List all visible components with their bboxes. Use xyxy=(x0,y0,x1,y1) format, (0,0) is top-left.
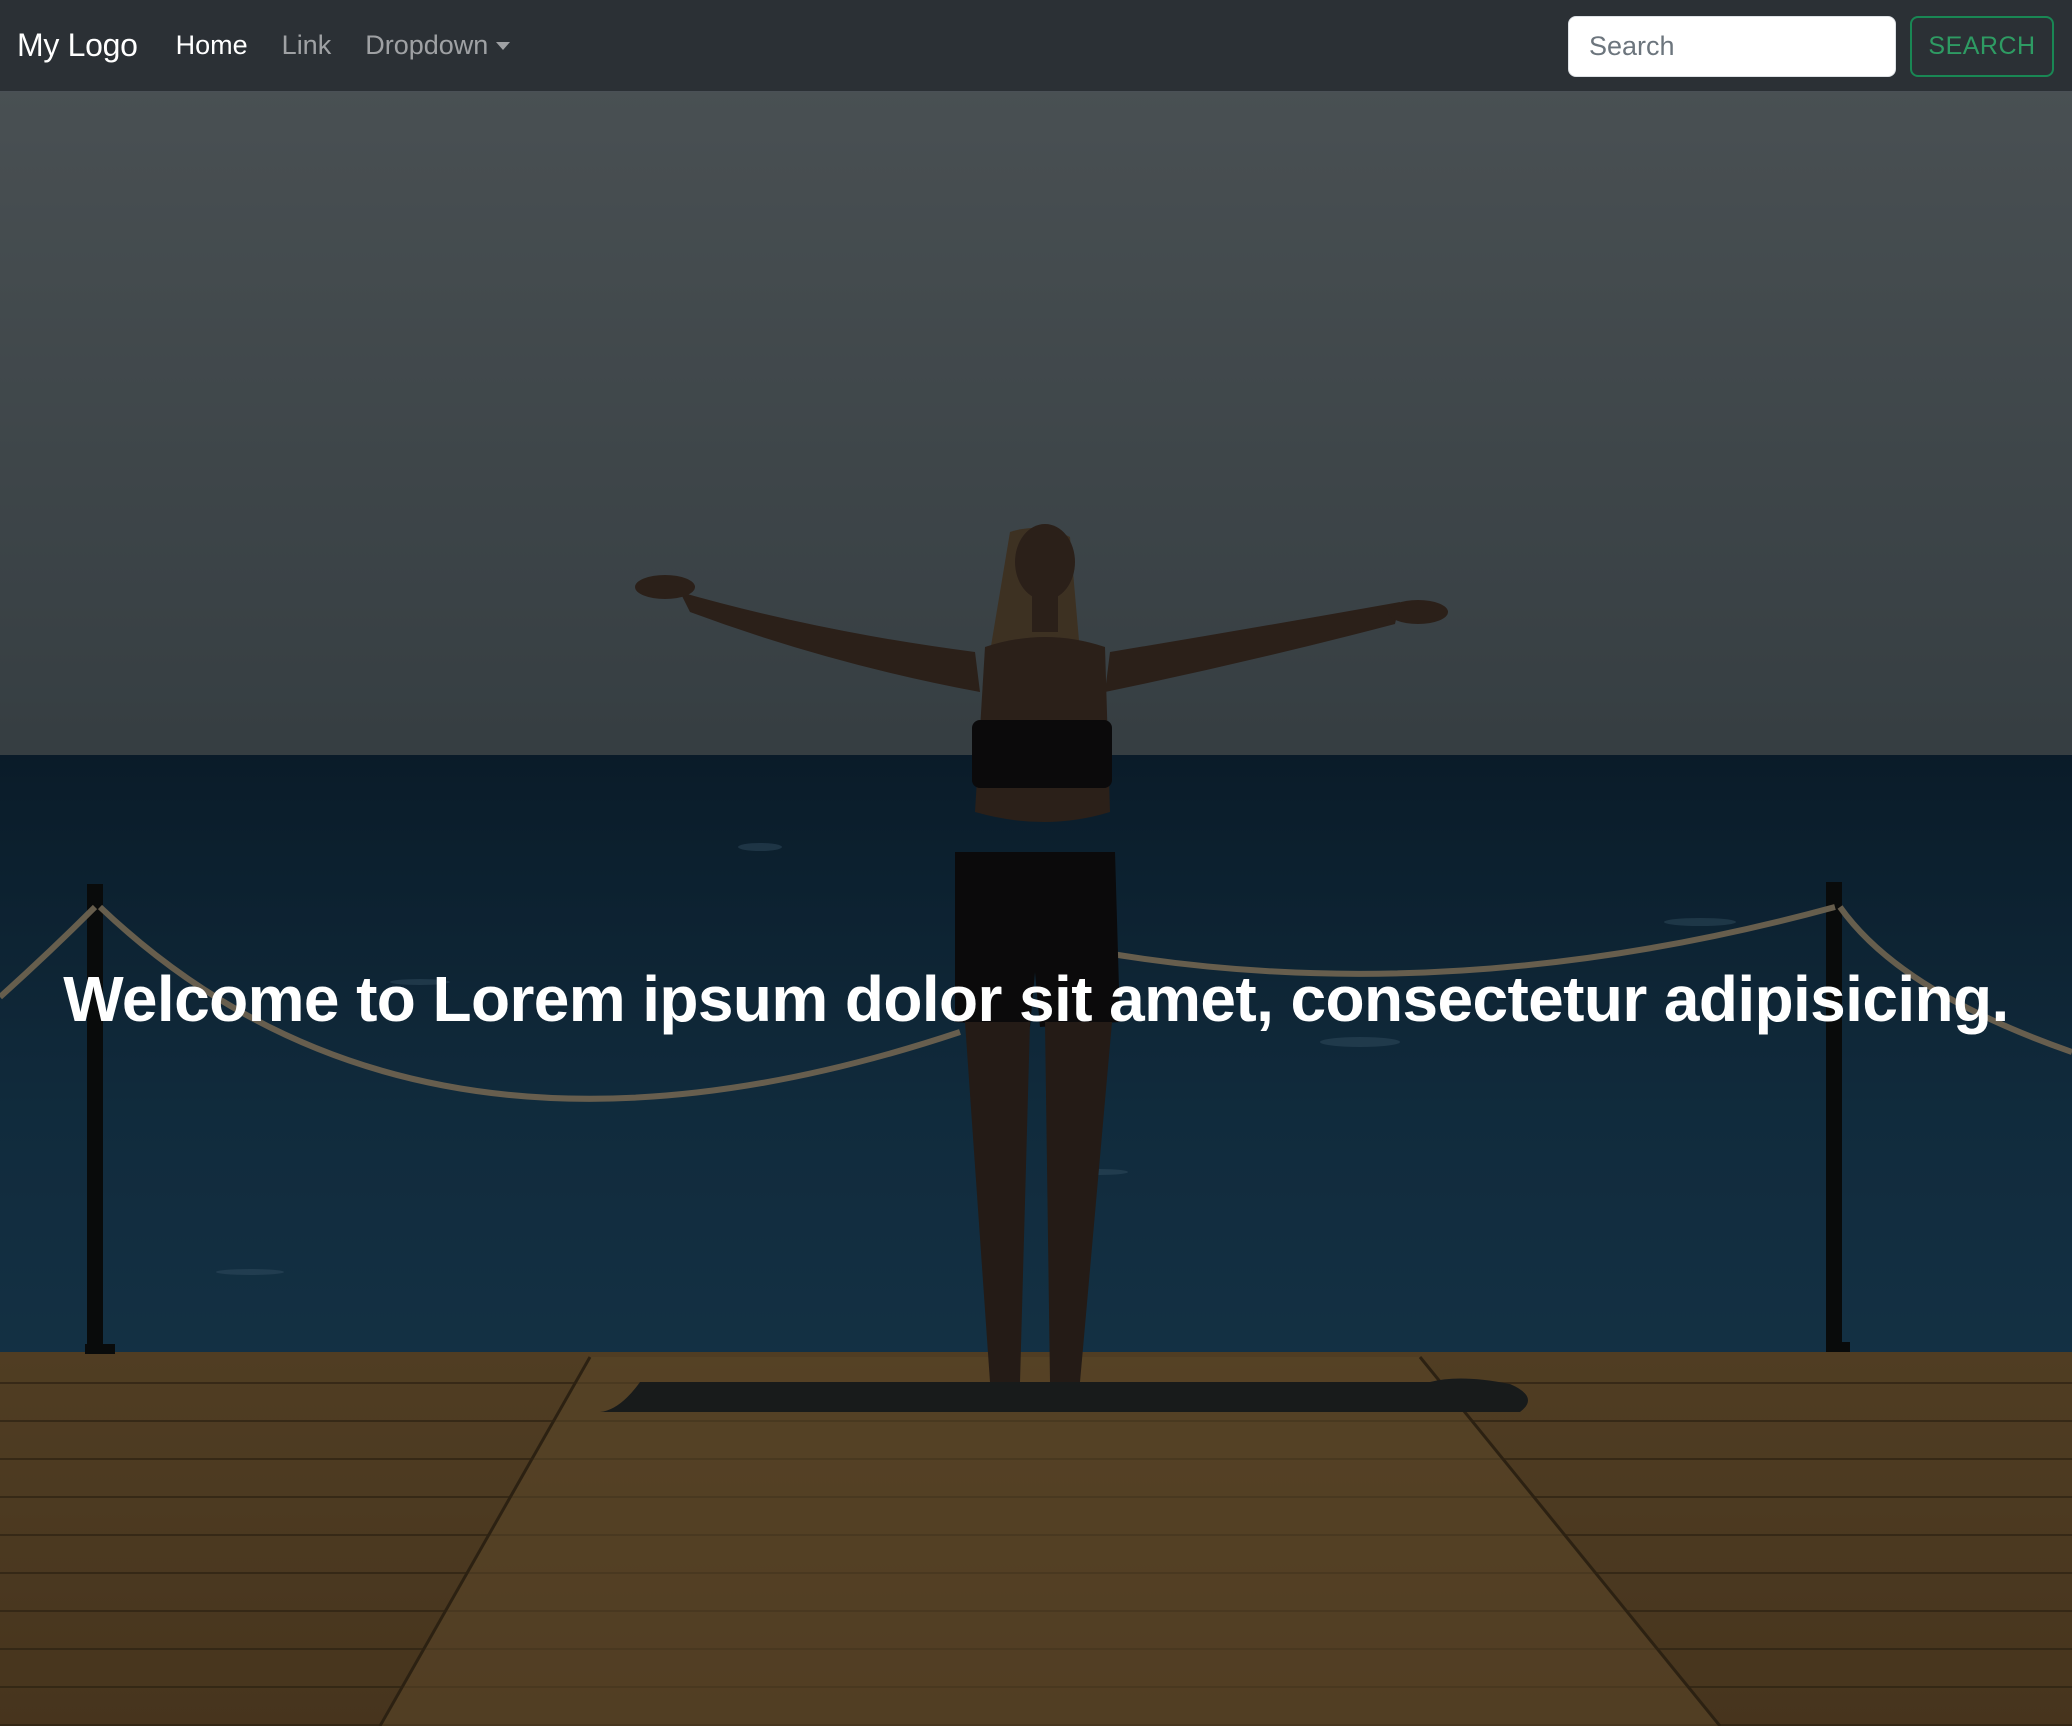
nav-link-link[interactable]: Link xyxy=(282,30,332,61)
search-input[interactable] xyxy=(1568,16,1896,77)
search-form: SEARCH xyxy=(1568,16,2054,77)
search-button[interactable]: SEARCH xyxy=(1910,16,2054,77)
top-navbar: My Logo Home Link Dropdown SEARCH xyxy=(0,0,2072,92)
nav-dropdown-toggle[interactable]: Dropdown xyxy=(365,30,511,61)
hero-title: Welcome to Lorem ipsum dolor sit amet, c… xyxy=(63,962,2009,1035)
hero-dark-overlay xyxy=(0,92,2072,1726)
nav-dropdown-label: Dropdown xyxy=(365,30,489,60)
brand-logo[interactable]: My Logo xyxy=(17,27,138,64)
chevron-down-icon xyxy=(496,41,511,50)
hero-section: Welcome to Lorem ipsum dolor sit amet, c… xyxy=(0,92,2072,1726)
nav-link-home[interactable]: Home xyxy=(176,30,248,61)
